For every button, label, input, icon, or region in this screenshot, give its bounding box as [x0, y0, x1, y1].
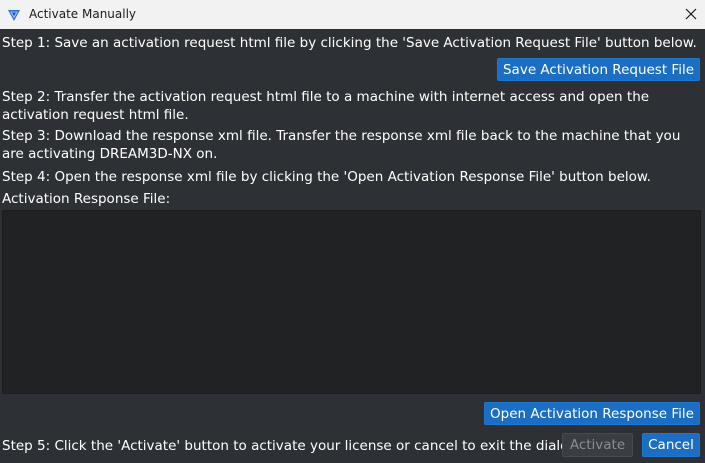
close-button[interactable]: [677, 0, 705, 29]
activate-button[interactable]: Activate: [562, 433, 633, 457]
cancel-button[interactable]: Cancel: [642, 433, 700, 457]
title-bar: Activate Manually: [0, 0, 705, 29]
step3-text: Step 3: Download the response xml file. …: [2, 128, 681, 162]
activate-manually-dialog: Activate Manually Step 1: Save an activa…: [0, 0, 705, 463]
save-activation-request-button[interactable]: Save Activation Request File: [497, 58, 700, 81]
dream3d-logo-icon: [7, 7, 21, 21]
activation-response-textarea[interactable]: [2, 210, 701, 394]
window-title: Activate Manually: [29, 7, 137, 21]
step2-text: Step 2: Transfer the activation request …: [2, 89, 650, 123]
step5-text: Step 5: Click the 'Activate' button to a…: [2, 438, 582, 454]
step4-text: Step 4: Open the response xml file by cl…: [2, 169, 651, 185]
open-activation-response-button[interactable]: Open Activation Response File: [484, 402, 700, 425]
step1-text: Step 1: Save an activation request html …: [2, 35, 697, 51]
activation-response-label: Activation Response File:: [2, 191, 171, 207]
close-icon: [685, 5, 697, 24]
